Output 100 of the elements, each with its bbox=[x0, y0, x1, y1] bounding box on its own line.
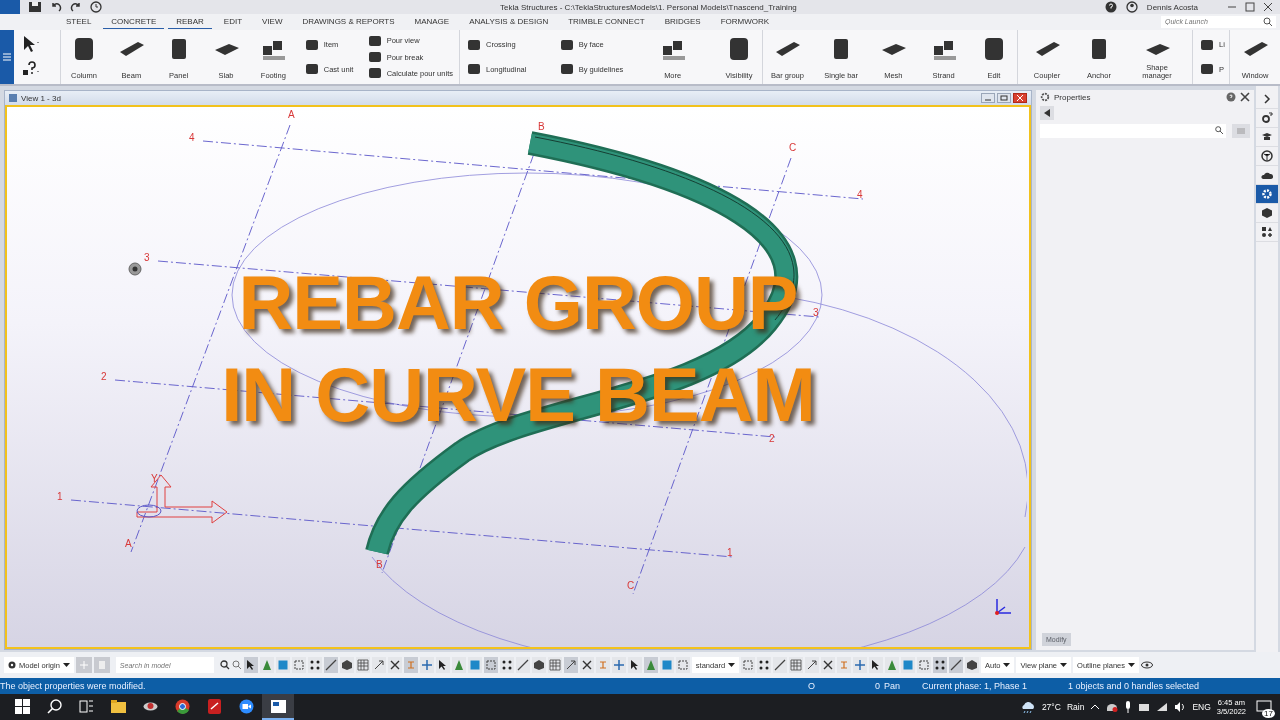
search-field[interactable] bbox=[1040, 124, 1226, 139]
selection-info: 1 objects and 0 handles selected bbox=[1068, 681, 1200, 692]
tool-icon bbox=[532, 659, 545, 672]
tool-icon bbox=[276, 659, 289, 672]
tool-icon bbox=[356, 659, 369, 672]
menu-tab[interactable]: MANAGE bbox=[406, 14, 458, 30]
menu-tab[interactable]: TRIMBLE CONNECT bbox=[560, 14, 653, 30]
microphone-icon bbox=[1124, 701, 1133, 713]
tool-icon bbox=[500, 659, 513, 672]
grid-label: C bbox=[789, 142, 797, 155]
grid-label: 3 bbox=[144, 252, 150, 265]
toolbar-button[interactable] bbox=[933, 657, 948, 674]
query-icon bbox=[1261, 112, 1273, 125]
eye-icon bbox=[1141, 661, 1153, 670]
speaker-icon bbox=[1174, 702, 1187, 712]
taskbar-app[interactable] bbox=[262, 694, 294, 720]
tool-icon bbox=[372, 659, 385, 672]
menu-tab[interactable]: FORMWORK bbox=[712, 14, 778, 30]
menu-tab[interactable]: STEEL bbox=[58, 14, 100, 30]
restore-icon bbox=[1000, 95, 1008, 102]
toolbar-button[interactable] bbox=[773, 657, 788, 674]
tool-icon bbox=[340, 659, 353, 672]
toolbar-button[interactable] bbox=[339, 657, 354, 674]
caret-icon bbox=[1128, 663, 1135, 668]
toolbar-button[interactable] bbox=[805, 657, 820, 674]
tool-icon bbox=[466, 37, 482, 53]
menu-tab[interactable]: EDIT bbox=[215, 14, 251, 30]
menu-tab[interactable]: DRAWINGS & REPORTS bbox=[294, 14, 403, 30]
bin-icon bbox=[98, 661, 105, 670]
cube-icon bbox=[1261, 207, 1273, 220]
side-tab[interactable] bbox=[1256, 109, 1278, 129]
toolbar-button[interactable] bbox=[563, 657, 578, 674]
toolbar-button[interactable] bbox=[307, 657, 322, 674]
menu-tab[interactable]: VIEW bbox=[254, 14, 291, 30]
tool-icon bbox=[452, 659, 465, 672]
windows-icon bbox=[14, 698, 30, 714]
toolbar-button[interactable] bbox=[323, 657, 338, 674]
caret-icon bbox=[1060, 663, 1068, 668]
language-indicator: ENG bbox=[1192, 702, 1211, 712]
toolbar-button[interactable] bbox=[757, 657, 772, 674]
tool-icon bbox=[324, 659, 337, 672]
app-icon bbox=[270, 698, 286, 714]
toolbar-button[interactable] bbox=[579, 657, 594, 674]
search-icon bbox=[219, 660, 230, 671]
marker-icon bbox=[128, 262, 142, 276]
tool-icon bbox=[516, 659, 529, 672]
toolbar-button[interactable] bbox=[949, 657, 964, 674]
menu-button[interactable] bbox=[0, 29, 14, 85]
menu-tab[interactable]: BRIDGES bbox=[656, 14, 709, 30]
menu-tab[interactable]: CONCRETE bbox=[103, 14, 165, 30]
caret-icon bbox=[1003, 663, 1011, 668]
grid-label: 1 bbox=[727, 547, 733, 560]
toolbar-button[interactable] bbox=[821, 657, 836, 674]
maximize-button[interactable] bbox=[1244, 1, 1256, 13]
toolbar-button[interactable] bbox=[515, 657, 530, 674]
close-button[interactable] bbox=[1013, 93, 1027, 104]
toolbar-button[interactable] bbox=[435, 657, 450, 674]
tool-icon bbox=[292, 659, 305, 672]
back-button[interactable] bbox=[1040, 106, 1054, 121]
toolbar-button[interactable] bbox=[627, 657, 642, 674]
camera-icon bbox=[238, 698, 254, 714]
close-button[interactable] bbox=[1262, 1, 1274, 13]
tool-icon bbox=[558, 37, 575, 53]
weather-icon bbox=[1019, 701, 1036, 713]
tool-icon bbox=[676, 659, 689, 672]
grid-label: 2 bbox=[101, 371, 107, 384]
tool-icon bbox=[564, 659, 577, 672]
back-arrow-icon bbox=[1043, 109, 1051, 118]
minimize-button[interactable] bbox=[981, 93, 995, 104]
toolbar-button[interactable] bbox=[499, 657, 514, 674]
folder-icon bbox=[110, 698, 126, 714]
status-mode: Pan bbox=[884, 681, 901, 692]
tool-icon bbox=[612, 659, 625, 672]
toolbar-button[interactable] bbox=[965, 657, 980, 674]
toolbar-button[interactable] bbox=[387, 657, 402, 674]
menu-tab[interactable]: REBAR bbox=[168, 14, 212, 30]
app-logo bbox=[0, 0, 20, 14]
menu-tab[interactable]: ANALYSIS & DESIGN bbox=[461, 14, 557, 30]
toolbar-button[interactable] bbox=[371, 657, 386, 674]
panel-title: Properties bbox=[1054, 92, 1092, 102]
search-icon bbox=[1215, 126, 1223, 135]
search-icon bbox=[1263, 16, 1273, 27]
tool-icon bbox=[580, 659, 593, 672]
wifi-icon bbox=[1156, 702, 1169, 712]
caret-icon bbox=[728, 663, 736, 668]
grid-label: 3 bbox=[813, 307, 819, 320]
status-message: The object properties were modified. bbox=[0, 681, 147, 692]
toolbar-button[interactable] bbox=[531, 657, 546, 674]
window-title: Tekla Structures - C:\TeklaStructuresModels\1. Personal Models\Tnascend_Training bbox=[499, 2, 798, 12]
side-tab[interactable] bbox=[1256, 185, 1278, 205]
toolbar-button[interactable] bbox=[243, 657, 258, 674]
tool-icon bbox=[303, 37, 320, 53]
toolbar-button[interactable] bbox=[869, 657, 884, 674]
grid-label: 4 bbox=[189, 132, 195, 145]
axis-triad-icon bbox=[995, 598, 1012, 616]
caret-icon bbox=[62, 663, 70, 668]
close-icon bbox=[1016, 95, 1024, 102]
notifications-button[interactable]: 17 bbox=[1252, 696, 1276, 718]
restore-button[interactable] bbox=[997, 93, 1011, 104]
side-tab[interactable] bbox=[1256, 147, 1278, 167]
